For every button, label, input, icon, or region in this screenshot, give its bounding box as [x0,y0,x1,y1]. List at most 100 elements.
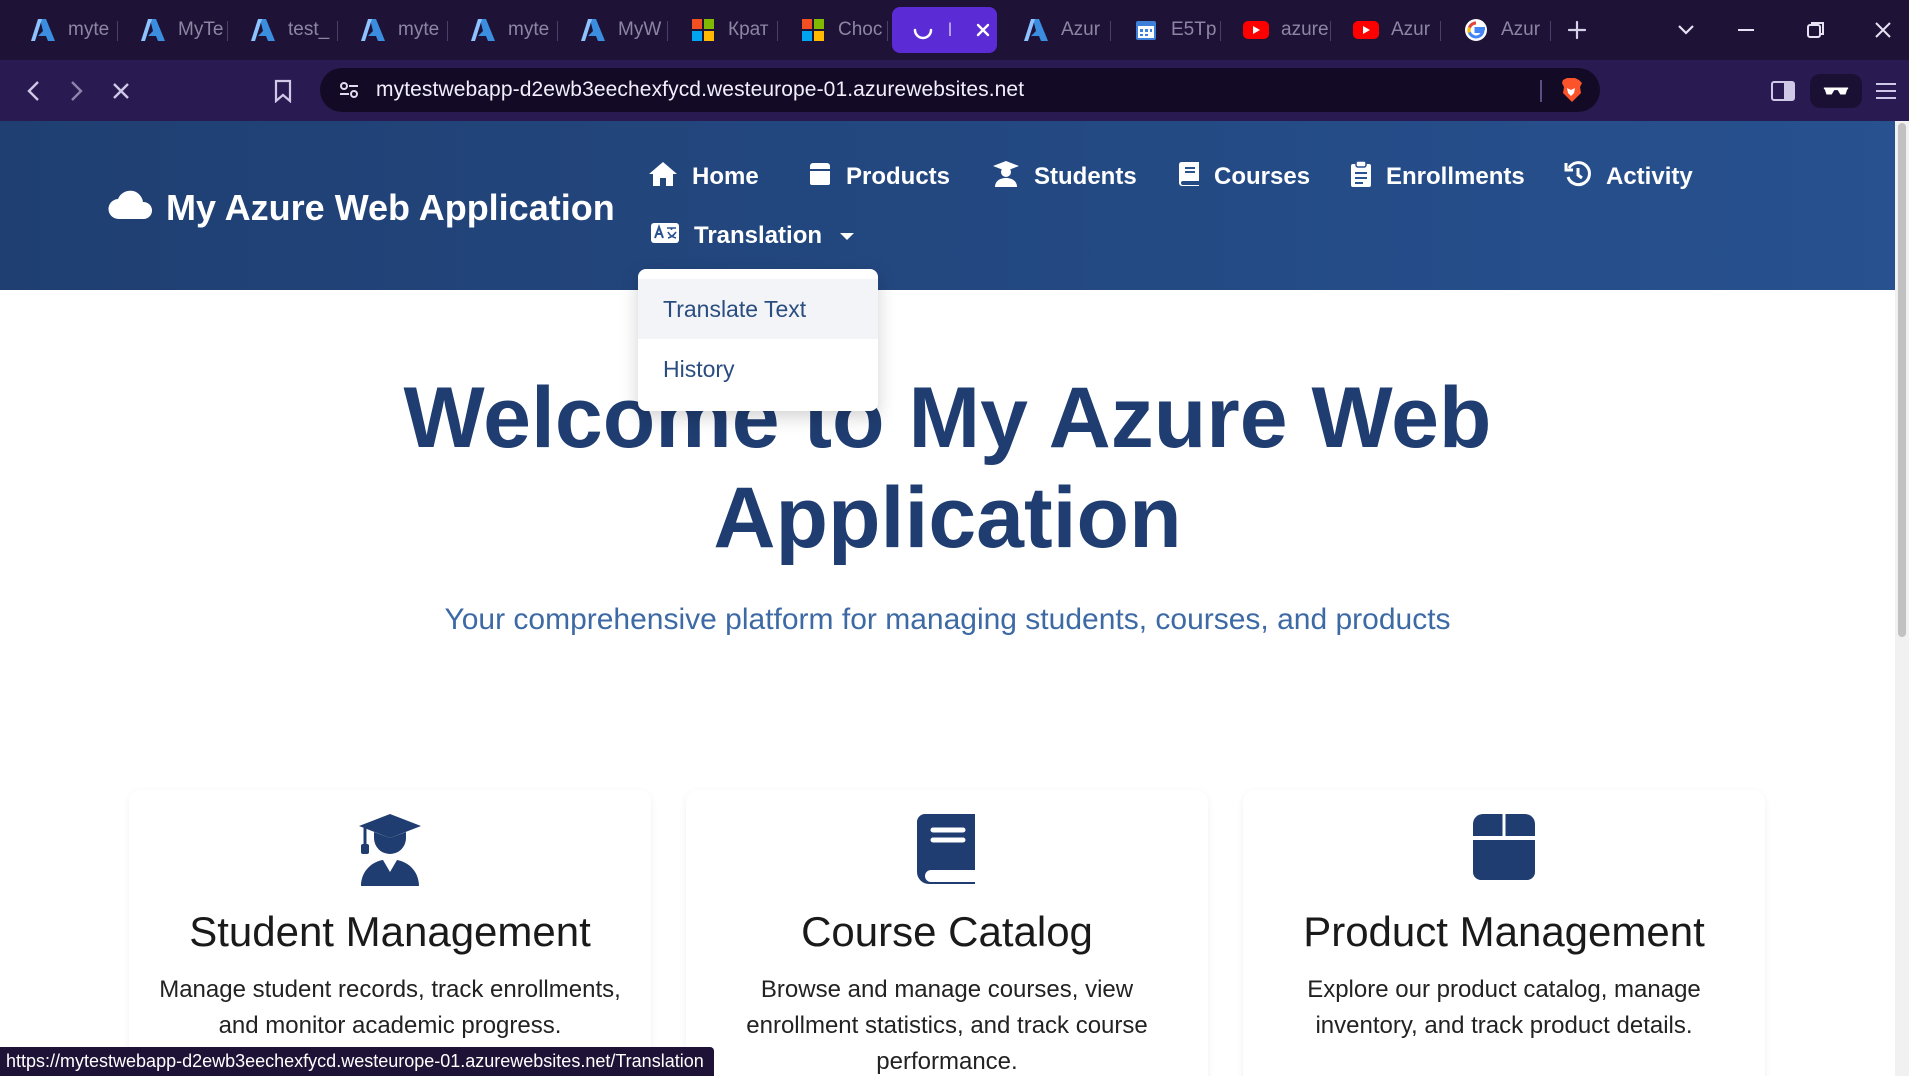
nav-products[interactable]: Products [808,157,950,197]
tab-title: Choc [838,19,883,40]
tab-title: azure [1281,19,1329,40]
browser-tab[interactable]: myte [448,7,558,53]
graduate-icon [992,160,1020,195]
feature-card-products: Product Management Explore our product c… [1243,790,1765,1076]
browser-tab[interactable]: Azur [1441,7,1551,53]
browser-tab[interactable]: Крат [668,7,778,53]
hamburger-icon [1873,78,1899,104]
feature-card-students: Student Management Manage student record… [129,790,651,1076]
brave-shield-icon[interactable] [1558,77,1584,103]
youtube-icon [1243,17,1269,43]
forward-arrow-icon [64,78,90,104]
microsoft-icon [690,17,716,43]
site-header: My Azure Web Application Home Products S… [0,121,1895,290]
card-description: Manage student records, track enrollment… [159,976,621,1039]
browser-tab[interactable]: azure [1221,7,1331,53]
menu-item-translate-text[interactable]: Translate Text [638,279,878,339]
tab-title: MyW [618,19,662,40]
nav-translation-dropdown[interactable]: Translation [650,216,855,256]
stop-loading-button[interactable] [104,74,138,108]
loading-icon [910,17,936,43]
caret-down-icon [840,232,855,240]
card-description: Browse and manage courses, view enrollme… [746,976,1148,1075]
tab-list-button[interactable] [1656,0,1716,60]
browser-tab[interactable]: myte [338,7,448,53]
brand-link[interactable]: My Azure Web Application [108,187,615,229]
nav-label: Courses [1214,163,1311,190]
tab-title: MyTe [178,19,224,40]
nav-label: Students [1034,163,1137,190]
hero-subtitle: Your comprehensive platform for managing… [444,603,1451,636]
browser-tab[interactable]: myte [8,7,118,53]
nav-enrollments[interactable]: Enrollments [1350,157,1525,197]
nav-activity[interactable]: Activity [1564,157,1693,197]
azure-icon [250,17,276,43]
tab-title: myte [68,19,110,40]
page-scrollbar[interactable] [1895,121,1909,1076]
language-icon [650,222,680,251]
minimize-icon [1733,17,1759,43]
book-icon [1178,161,1200,194]
reader-mode-button[interactable] [1810,74,1862,108]
tab-title: Azur [1501,19,1541,40]
close-window-button[interactable] [1853,0,1909,60]
bookmark-button[interactable] [266,74,300,108]
tab-title: l [948,19,952,40]
menu-item-history[interactable]: History [638,339,878,399]
hero-title-line: Application [713,470,1182,566]
browser-tab[interactable]: MyTe [118,7,228,53]
tab-title: E5Tp [1171,19,1217,40]
restore-button[interactable] [1786,0,1846,60]
tab-title: Крат [728,19,769,40]
browser-tab[interactable]: Azur [1331,7,1441,53]
book-icon [686,812,1208,892]
nav-label: Translation [694,222,823,249]
back-button[interactable] [16,74,50,108]
cloud-icon [108,187,154,229]
nav-home[interactable]: Home [648,157,759,197]
plus-icon [1564,17,1590,43]
brand-title: My Azure Web Application [166,187,615,228]
tab-title: myte [398,19,440,40]
browser-tab[interactable]: Choc [778,7,888,53]
omnibox-divider [1540,80,1542,102]
nav-label: Home [692,163,759,190]
close-icon [1870,17,1896,43]
tab-title: Azur [1061,19,1101,40]
youtube-icon [1353,17,1379,43]
hero-title: Welcome to My Azure Web Application [0,368,1895,568]
address-bar[interactable]: mytestwebapp-d2ewb3eechexfycd.westeurope… [320,68,1600,112]
chevron-down-icon [1673,17,1699,43]
nav-label: Enrollments [1386,163,1525,190]
feature-card-courses: Course Catalog Browse and manage courses… [686,790,1208,1076]
forward-button[interactable] [60,74,94,108]
scrollbar-thumb[interactable] [1898,123,1906,637]
close-tab-icon[interactable] [970,17,996,43]
browser-tab[interactable]: E5Tp [1111,7,1221,53]
box-icon [808,162,832,193]
link-status-bar: https://mytestwebapp-d2ewb3eechexfycd.we… [0,1047,714,1076]
nav-students[interactable]: Students [992,157,1137,197]
google-icon [1463,17,1489,43]
browser-tab-active[interactable]: l [892,7,997,53]
box-icon [1243,812,1765,892]
graduate-icon [129,812,651,892]
home-icon [648,161,678,194]
site-settings-icon[interactable] [336,77,362,103]
azure-icon [360,17,386,43]
microsoft-icon [800,17,826,43]
tab-title: test_ [288,19,330,40]
nav-courses[interactable]: Courses [1178,157,1310,197]
url-text[interactable]: mytestwebapp-d2ewb3eechexfycd.westeurope… [376,68,1024,112]
browser-tab[interactable]: MyW [558,7,668,53]
sidebar-toggle-button[interactable] [1766,74,1800,108]
new-tab-button[interactable] [1551,7,1603,53]
minimize-button[interactable] [1716,0,1776,60]
browser-tab[interactable]: test_ [228,7,338,53]
browser-tab[interactable]: Azur [1001,7,1111,53]
tab-title: myte [508,19,550,40]
bookmark-icon [270,78,296,104]
card-title: Student Management [189,908,591,955]
menu-button[interactable] [1869,74,1903,108]
browser-tab-strip: myte MyTe test_ myte myte MyW Крат Choc … [0,0,1909,60]
